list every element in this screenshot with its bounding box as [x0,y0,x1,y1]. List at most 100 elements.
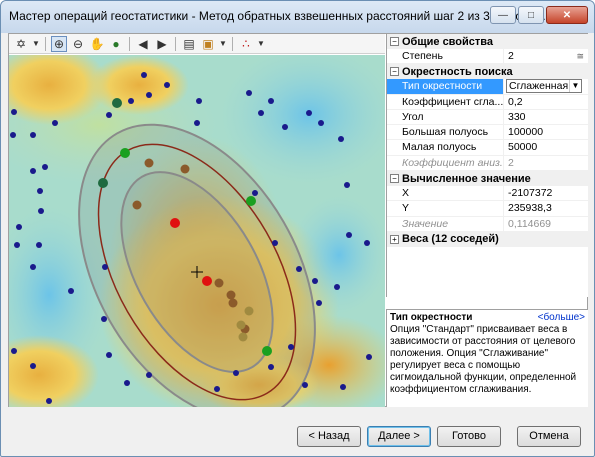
finish-button[interactable]: Готово [437,426,501,447]
sample-point [302,382,308,388]
chevron-down-icon[interactable]: ▼ [32,36,40,52]
property-name: Малая полуось [387,140,504,155]
category-weights[interactable]: + Веса (12 соседей) [387,231,588,247]
toolbar-separator [175,36,176,51]
chevron-down-icon[interactable]: ▼ [219,36,227,52]
sample-point [268,364,274,370]
property-row[interactable]: Y 235938,3 [387,201,588,217]
globe-icon[interactable]: ● [108,36,124,52]
category-neighborhood[interactable]: − Окрестность поиска [387,64,588,80]
category-title: Окрестность поиска [402,65,513,78]
property-value[interactable]: 50000 [504,140,588,154]
neighborhood-type-select[interactable]: Сглаженная ▼ [506,79,582,94]
neighbor-point [246,196,256,206]
close-icon[interactable]: ✕ [546,6,588,24]
property-name: Степень [387,49,504,64]
sample-point [316,300,322,306]
sample-point [306,110,312,116]
sample-point [312,278,318,284]
property-name: Угол [387,109,504,125]
property-value[interactable]: -2107372 [504,186,588,200]
sample-point [101,316,107,322]
pan-cross-icon[interactable]: ✡ [13,36,29,52]
neighbor-point [120,148,130,158]
property-row[interactable]: Большая полуось 100000 [387,125,588,141]
neighbor-point [226,290,236,300]
sample-point [282,124,288,130]
zoom-in-icon[interactable]: ⊕ [51,35,67,52]
category-title: Общие свойства [402,35,494,48]
property-row[interactable]: Степень 2 ≅ [387,49,588,65]
sample-point [196,98,202,104]
sample-point [52,120,58,126]
property-row[interactable]: Угол 330 [387,109,588,126]
sample-point [318,120,324,126]
next-button[interactable]: Далее > [367,426,431,447]
property-row-neighborhood-type[interactable]: Тип окрестности Сглаженная ▼ [387,79,588,95]
collapse-icon[interactable]: − [390,174,399,184]
sample-point [68,288,74,294]
sample-point [124,380,130,386]
help-title: Тип окрестности [390,312,473,323]
category-computed[interactable]: − Вычисленное значение [387,171,588,187]
property-value[interactable]: 235938,3 [504,201,588,215]
collapse-icon[interactable]: − [390,67,399,77]
sample-point [106,112,112,118]
property-name: Коэффициент аниз... [387,155,504,171]
sample-point [366,354,372,360]
property-row[interactable]: Малая полуось 50000 [387,140,588,156]
category-title: Вычисленное значение [402,172,531,185]
property-value[interactable]: 0,2 [504,95,588,109]
sample-point [30,168,36,174]
chevron-down-icon[interactable]: ▼ [257,36,265,52]
neighbor-point [144,158,154,168]
back-arrow-icon[interactable]: ◀ [135,36,151,52]
sample-point [334,284,340,290]
sample-point [194,120,200,126]
map-canvas[interactable] [9,55,385,407]
sample-point [344,182,350,188]
title-bar: Мастер операций геостатистики - Метод об… [1,1,594,33]
forward-arrow-icon[interactable]: ▶ [154,36,170,52]
cancel-button[interactable]: Отмена [517,426,581,447]
neighbor-point [132,200,142,210]
layer-icon[interactable]: ▣ [200,36,216,52]
help-text: Опция "Стандарт" присваивает веса в зави… [390,324,577,395]
sample-point [233,370,239,376]
collapse-icon[interactable]: − [390,37,399,46]
hand-icon[interactable]: ✋ [89,36,105,52]
zoom-out-icon[interactable]: ⊖ [70,36,86,52]
optimize-icon[interactable]: ≅ [576,49,584,63]
map-toolbar: ✡ ▼ ⊕ ⊖ ✋ ● ◀ ▶ ▤ ▣ ▼ ∴ ▼ [9,34,385,54]
sample-point [141,72,147,78]
property-row[interactable]: X -2107372 [387,186,588,202]
property-value[interactable]: 330 [504,110,588,124]
window-title: Мастер операций геостатистики - Метод об… [9,9,549,23]
maximize-icon[interactable]: □ [518,6,544,24]
more-link[interactable]: <больше> [538,312,585,324]
property-name: Коэффициент сгла... [387,94,504,109]
toolbar-separator [129,36,130,51]
back-button[interactable]: < Назад [297,426,361,447]
expand-icon[interactable]: + [390,234,399,244]
neighbor-point [244,306,254,316]
chevron-down-icon[interactable]: ▼ [569,80,581,93]
property-row[interactable]: Коэффициент сгла... 0,2 [387,94,588,110]
sample-point [30,132,36,138]
neighbor-point [98,178,108,188]
points-icon[interactable]: ∴ [238,36,254,52]
property-value[interactable]: 2 ≅ [504,49,588,63]
property-value[interactable]: Сглаженная ▼ [504,79,588,94]
property-name: Большая полуось [387,125,504,140]
sample-point [37,188,43,194]
category-general[interactable]: − Общие свойства [387,34,588,49]
neighbor-point [180,164,190,174]
sample-point [214,386,220,392]
minimize-icon[interactable]: — [490,6,516,24]
table-icon[interactable]: ▤ [181,36,197,52]
map-view[interactable] [9,55,385,407]
property-value[interactable]: 100000 [504,125,588,139]
sample-point [346,232,352,238]
toolbar-separator [45,36,46,51]
property-name: Тип окрестности [387,79,504,94]
